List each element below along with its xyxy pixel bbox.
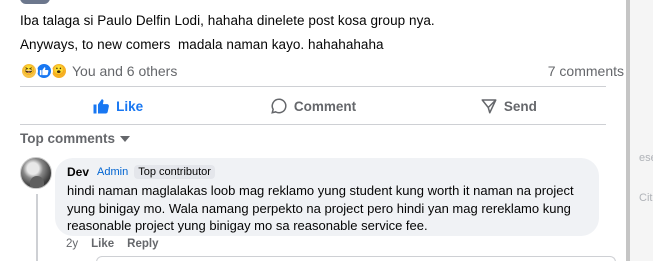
- comments-count-link[interactable]: 7 comments: [548, 63, 624, 79]
- comment-like-button[interactable]: Like: [91, 238, 114, 250]
- haha-icon: 😆: [20, 62, 38, 80]
- comment-age[interactable]: 2y: [66, 238, 78, 250]
- comment-sort-dropdown[interactable]: Top comments: [20, 130, 131, 146]
- comment-text-line: yung binigay mo. Wala namang perpekto na…: [67, 200, 571, 216]
- send-icon: [481, 99, 497, 114]
- caret-down-icon: [120, 136, 131, 142]
- send-button[interactable]: Send: [411, 90, 606, 122]
- comment-text-line: reasonable project yung binigay mo sa re…: [67, 218, 428, 233]
- comment-sort-label: Top comments: [20, 130, 116, 146]
- divider: [20, 124, 606, 125]
- comment-reply-button[interactable]: Reply: [127, 238, 158, 250]
- post-text-line-2: Anyways, to new comers madala naman kayo…: [20, 37, 384, 52]
- thumbs-up-icon: [93, 99, 110, 114]
- comment-text-line: hindi naman maglalakas loob mag reklamo …: [67, 183, 574, 198]
- comment-author[interactable]: Dev: [67, 165, 89, 179]
- right-panel-label: Cit: [639, 192, 653, 204]
- right-panel-label: ese: [639, 152, 653, 164]
- top-contributor-badge: Top contributor: [134, 165, 215, 179]
- reactions-summary: 😆 😮 You and 6 others 7 comments: [20, 61, 624, 81]
- comment-text: hindi naman maglalakas loob mag reklamo …: [67, 182, 589, 235]
- right-panel-edge: [630, 0, 653, 261]
- thread-line: [36, 194, 38, 261]
- divider: [20, 86, 606, 87]
- post-actions-bar: Like Comment Send: [20, 90, 606, 122]
- comment-header: Dev Admin Top contributor: [67, 164, 589, 180]
- post-text-line-1: Iba talaga si Paulo Delfin Lodi, hahaha …: [20, 13, 435, 28]
- avatar[interactable]: [20, 157, 52, 189]
- comment-meta: 2y Like Reply: [66, 238, 159, 250]
- admin-badge: Admin: [97, 166, 129, 178]
- reply-preview-edge: [96, 256, 616, 261]
- comment-bubble: Dev Admin Top contributor hindi naman ma…: [55, 158, 599, 236]
- post-card: Iba talaga si Paulo Delfin Lodi, hahaha …: [0, 0, 626, 261]
- avatar-silhouette: [30, 176, 44, 188]
- reaction-icons[interactable]: 😆 😮: [20, 62, 72, 80]
- comment-button[interactable]: Comment: [215, 90, 410, 122]
- send-button-label: Send: [503, 98, 537, 114]
- cropped-header-fragment: [20, 0, 50, 4]
- like-button[interactable]: Like: [20, 90, 215, 122]
- comment-bubble-icon: [271, 98, 287, 114]
- reaction-count-text[interactable]: You and 6 others: [72, 63, 177, 79]
- comment-button-label: Comment: [293, 98, 357, 114]
- like-button-label: Like: [116, 98, 144, 114]
